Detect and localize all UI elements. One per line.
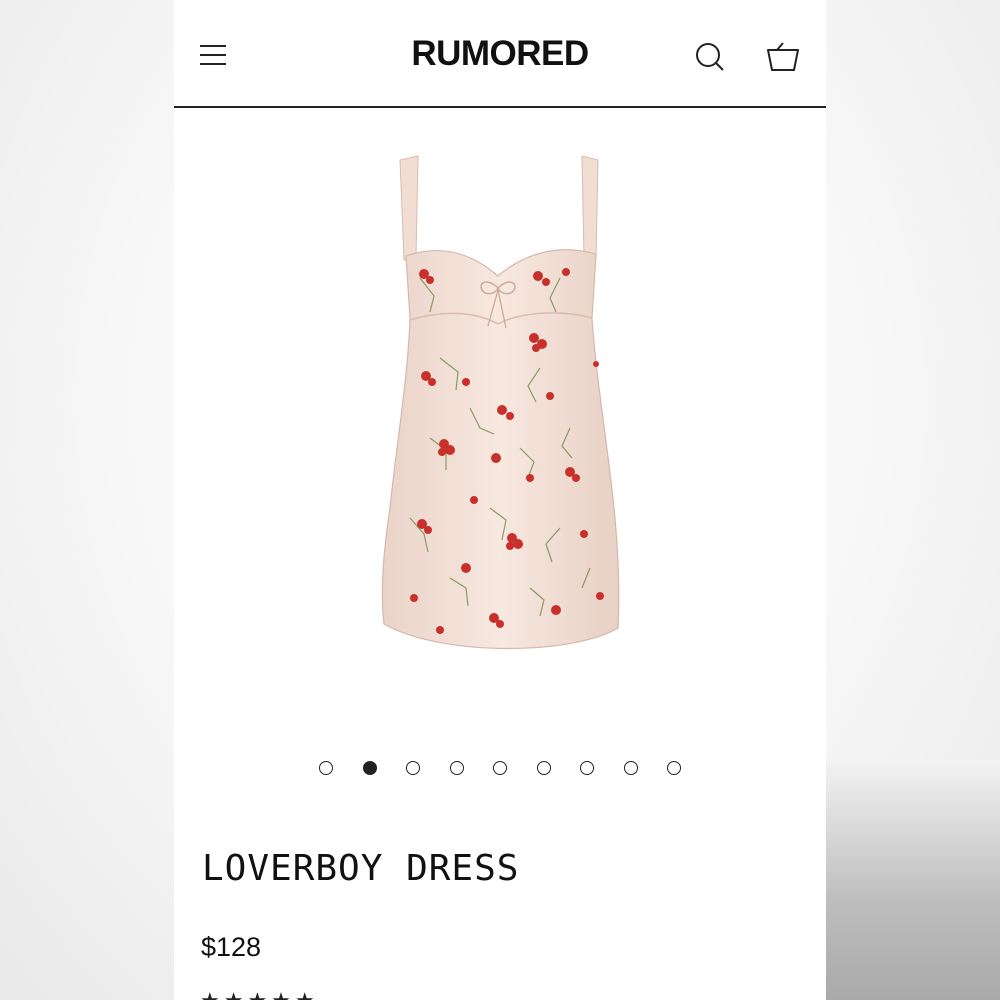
gallery-dot[interactable] [493,761,507,775]
gallery-dot[interactable] [406,761,420,775]
mobile-page: RUMORED LOVERBOY DRESS $128 [174,0,826,1000]
cart-icon [767,42,799,71]
gallery-dot[interactable] [667,761,681,775]
product-price: $128 [201,932,262,962]
floral-dress-product-image [381,155,620,650]
search-button[interactable] [692,40,728,76]
brand-logo[interactable]: RUMORED [174,34,826,74]
rating-stars[interactable]: ★★★★★ [200,988,319,1000]
gallery-dot[interactable] [623,761,638,775]
search-icon [696,43,724,71]
gallery-dot[interactable] [449,761,464,775]
site-header: RUMORED [174,6,826,108]
gallery-pagination [174,760,826,780]
background-gradient [826,760,1000,1000]
product-gallery[interactable] [174,108,826,728]
gallery-dot[interactable] [580,761,594,775]
gallery-dot[interactable] [536,761,551,775]
gallery-dot[interactable] [362,761,377,775]
product-title: LOVERBOY DRESS [202,848,520,889]
gallery-dot[interactable] [319,761,333,775]
cart-button[interactable] [764,40,804,76]
